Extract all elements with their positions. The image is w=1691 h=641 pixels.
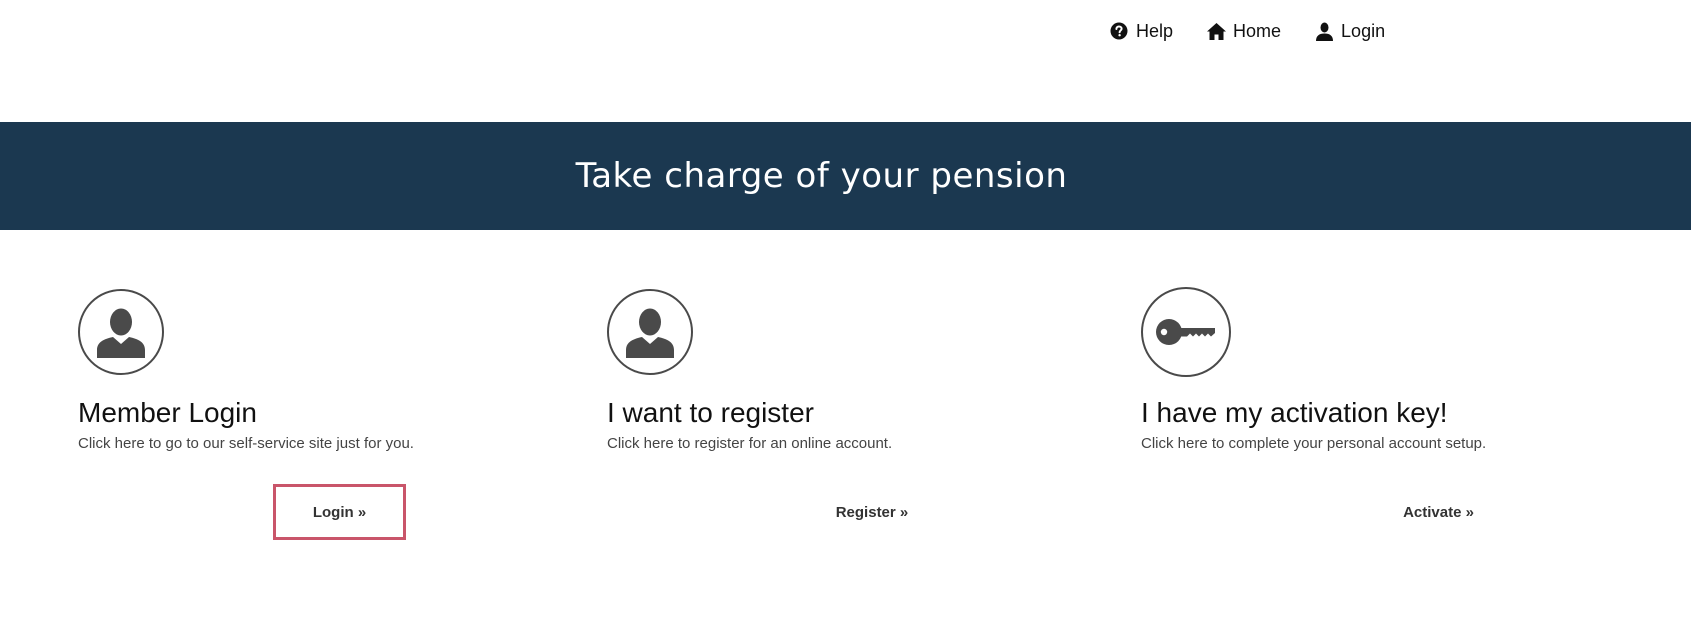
- card-description: Click here to go to our self-service sit…: [78, 435, 414, 452]
- login-button[interactable]: Login »: [273, 484, 406, 540]
- nav-login-label: Login: [1341, 20, 1386, 41]
- card-title: I want to register: [607, 397, 814, 428]
- nav-login-link[interactable]: Login: [1313, 20, 1385, 42]
- user-circle-icon: [78, 289, 164, 375]
- card-description: Click here to complete your personal acc…: [1141, 435, 1487, 452]
- page: Help Home Login Take charge of your pens…: [0, 0, 1691, 641]
- nav-home-link[interactable]: Home: [1205, 20, 1281, 42]
- home-icon: [1205, 20, 1227, 42]
- nav-help-label: Help: [1136, 20, 1174, 41]
- user-circle-icon: [607, 289, 693, 375]
- key-circle-icon: [1141, 287, 1231, 377]
- hero-banner: Take charge of your pension: [0, 122, 1691, 230]
- user-icon: [1313, 20, 1335, 42]
- card-title: I have my activation key!: [1141, 397, 1448, 428]
- top-nav: Help Home Login: [1108, 18, 1385, 44]
- nav-home-label: Home: [1233, 20, 1282, 41]
- activate-button[interactable]: Activate »: [1386, 484, 1491, 540]
- question-circle-icon: [1108, 20, 1130, 42]
- nav-help-link[interactable]: Help: [1108, 20, 1173, 42]
- register-button[interactable]: Register »: [817, 484, 927, 540]
- banner-title: Take charge of your pension: [575, 156, 1068, 196]
- card-title: Member Login: [78, 397, 257, 428]
- register-card: I want to register Click here to registe…: [607, 287, 1047, 521]
- member-login-card: Member Login Click here to go to our sel…: [78, 287, 518, 540]
- activation-key-card: I have my activation key! Click here to …: [1141, 287, 1581, 521]
- card-description: Click here to register for an online acc…: [607, 435, 893, 452]
